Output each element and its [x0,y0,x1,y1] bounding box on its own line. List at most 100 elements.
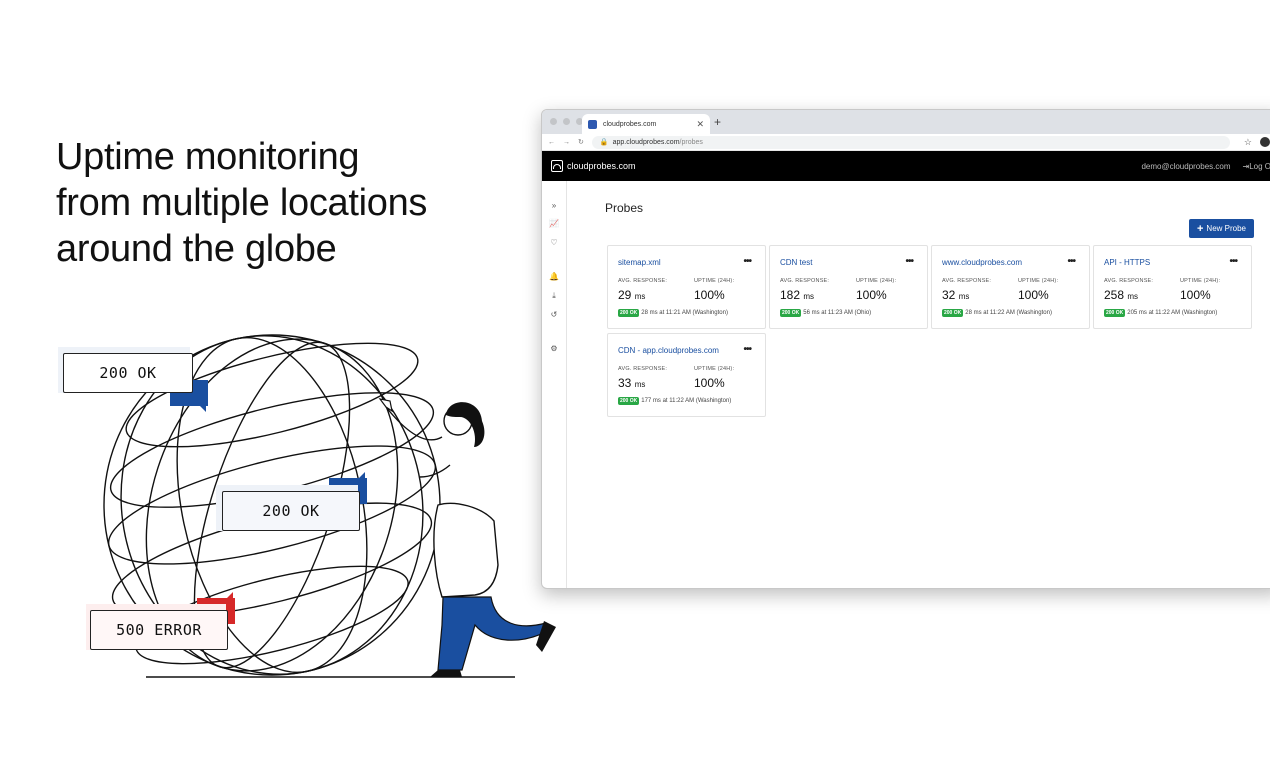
new-probe-label: New Probe [1206,224,1246,233]
forward-arrow-icon[interactable]: → [563,139,570,146]
cloud-logo-icon [551,160,563,172]
avg-response-unit: ms [803,292,815,301]
status-tag-500-error: 500 ERROR [90,610,228,650]
app-body: » 📈 ♡ 🔔 ⤓ ↺ ⚙ Probes + New Probe sitemap… [542,181,1270,588]
brand-name[interactable]: cloudprobes.com [567,161,636,171]
probe-name[interactable]: sitemap.xml [618,258,661,267]
minimize-window-icon[interactable] [563,118,570,125]
avg-response-value: 29 ms [618,288,645,302]
address-bar-row: ← → ↻ 🔒 app.cloudprobes.com /probes ☆ [542,134,1270,151]
status-badge: 200 OK [942,309,964,317]
probe-name[interactable]: API - HTTPS [1104,258,1150,267]
avg-response-value: 182 ms [780,288,814,302]
headline-line-1: Uptime monitoring [56,136,360,178]
lock-icon: 🔒 [599,139,609,146]
uptime-label: UPTIME (24H): [1180,278,1221,284]
download-icon[interactable]: ⤓ [549,291,559,301]
side-navigation: » 📈 ♡ 🔔 ⤓ ↺ ⚙ [542,181,567,588]
uptime-label: UPTIME (24H): [694,366,735,372]
bookmark-star-icon[interactable]: ☆ [1244,137,1252,148]
more-options-icon[interactable]: ••• [743,344,751,355]
probe-name[interactable]: CDN - app.cloudprobes.com [618,346,719,355]
more-options-icon[interactable]: ••• [1229,256,1237,267]
status-badge: 200 OK [618,397,640,405]
avg-response-label: AVG. RESPONSE: [942,278,992,284]
headline: Uptime monitoring from multiple location… [56,134,476,272]
uptime-value: 100% [856,288,887,302]
avg-response-unit: ms [634,292,646,301]
avg-response-value: 258 ms [1104,288,1138,302]
history-icon[interactable]: ↺ [549,310,559,320]
last-check-text: 177 ms at 11:22 AM (Washington) [641,398,732,404]
probe-card[interactable]: API - HTTPS ••• AVG. RESPONSE: UPTIME (2… [1093,245,1252,329]
status-tag-200-ok-middle: 200 OK [222,491,360,531]
uptime-label: UPTIME (24H): [1018,278,1059,284]
url-host: app.cloudprobes.com [612,138,680,146]
back-arrow-icon[interactable]: ← [548,139,555,146]
last-check-text: 28 ms at 11:21 AM (Washington) [641,310,728,316]
more-options-icon[interactable]: ••• [1067,256,1075,267]
more-options-icon[interactable]: ••• [743,256,751,267]
last-check-status: 200 OK 205 ms at 11:22 AM (Washington) [1104,309,1217,317]
logout-button[interactable]: ⇥Log O [1243,162,1270,171]
status-badge: 200 OK [1104,309,1126,317]
status-badge: 200 OK [618,309,640,317]
plus-icon: + [1196,222,1204,235]
avg-response-number: 182 [780,288,801,302]
avg-response-number: 32 [942,288,956,302]
cloud-favicon-icon [588,119,597,129]
last-check-text: 56 ms at 11:23 AM (Ohio) [803,310,872,316]
last-check-status: 200 OK 28 ms at 11:21 AM (Washington) [618,309,728,317]
probe-card[interactable]: CDN - app.cloudprobes.com ••• AVG. RESPO… [607,333,766,417]
bell-icon[interactable]: 🔔 [549,272,559,282]
avg-response-label: AVG. RESPONSE: [618,366,668,372]
close-tab-icon[interactable]: ✕ [696,119,704,130]
uptime-value: 100% [1180,288,1211,302]
url-field[interactable]: 🔒 app.cloudprobes.com /probes [591,135,1230,149]
new-probe-button[interactable]: + New Probe [1189,219,1254,238]
new-tab-button[interactable]: + [714,115,721,129]
avg-response-number: 33 [618,376,632,390]
uptime-value: 100% [1018,288,1049,302]
browser-window: cloudprobes.com ✕ + ← → ↻ 🔒 app.cloudpro… [541,109,1270,589]
last-check-text: 205 ms at 11:22 AM (Washington) [1127,310,1218,316]
gear-icon[interactable]: ⚙ [549,344,559,354]
reload-icon[interactable]: ↻ [578,138,584,146]
probe-card[interactable]: CDN test ••• AVG. RESPONSE: UPTIME (24H)… [769,245,928,329]
profile-avatar[interactable] [1260,137,1270,147]
chart-icon[interactable]: 📈 [549,219,559,229]
avg-response-label: AVG. RESPONSE: [1104,278,1154,284]
tab-title: cloudprobes.com [603,120,657,128]
last-check-status: 200 OK 56 ms at 11:23 AM (Ohio) [780,309,871,317]
avg-response-value: 32 ms [942,288,969,302]
page-title: Probes [605,201,644,215]
probe-name[interactable]: www.cloudprobes.com [942,258,1022,267]
person-figure [378,398,556,677]
uptime-value: 100% [694,288,725,302]
headline-line-3: around the globe [56,228,337,270]
last-check-status: 200 OK 177 ms at 11:22 AM (Washington) [618,397,731,405]
logout-label: Log O [1249,161,1270,171]
chevron-right-icon[interactable]: » [549,201,559,211]
headline-line-2: from multiple locations [56,182,428,224]
last-check-status: 200 OK 28 ms at 11:22 AM (Washington) [942,309,1052,317]
avg-response-unit: ms [634,380,646,389]
url-path: /probes [679,138,703,146]
avg-response-number: 29 [618,288,632,302]
status-tag-200-ok-top: 200 OK [63,353,193,393]
avg-response-label: AVG. RESPONSE: [780,278,830,284]
heart-icon[interactable]: ♡ [549,238,559,248]
uptime-value: 100% [694,376,725,390]
uptime-label: UPTIME (24H): [694,278,735,284]
probe-card[interactable]: sitemap.xml ••• AVG. RESPONSE: UPTIME (2… [607,245,766,329]
user-email[interactable]: demo@cloudprobes.com [1141,162,1230,171]
browser-tab[interactable]: cloudprobes.com ✕ [582,114,710,134]
probe-name[interactable]: CDN test [780,258,812,267]
more-options-icon[interactable]: ••• [905,256,913,267]
globe-illustration: 200 OK 200 OK 500 ERROR [50,325,570,685]
probe-card[interactable]: www.cloudprobes.com ••• AVG. RESPONSE: U… [931,245,1090,329]
status-badge: 200 OK [780,309,802,317]
last-check-text: 28 ms at 11:22 AM (Washington) [965,310,1052,316]
close-window-icon[interactable] [550,118,557,125]
tab-strip: cloudprobes.com ✕ + [542,110,1270,134]
